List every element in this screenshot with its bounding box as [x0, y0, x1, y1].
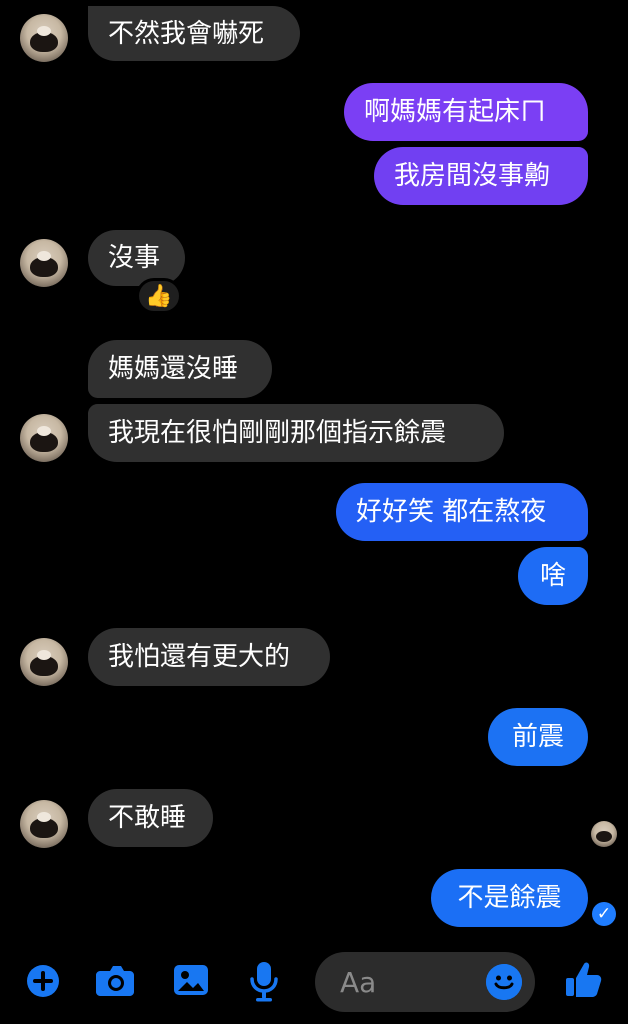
message-text: 我現在很怕剛剛那個指示餘震 — [108, 418, 447, 448]
message-bubble-incoming[interactable]: 媽媽還沒睡 — [88, 340, 272, 398]
message-bubble-outgoing[interactable]: 前震 — [488, 708, 588, 766]
reaction-emoji: 👍 — [145, 283, 173, 309]
microphone-icon[interactable] — [246, 958, 282, 1004]
seen-check-text: ✓ — [596, 904, 612, 924]
message-bubble-incoming[interactable]: 不敢睡 — [88, 789, 213, 847]
message-bubble-incoming[interactable]: 我現在很怕剛剛那個指示餘震 — [88, 404, 504, 462]
image-icon[interactable] — [170, 960, 212, 1002]
thumbs-up-icon — [566, 962, 602, 997]
message-text: 我房間沒事齁 — [394, 161, 551, 191]
thumbs-up-icon[interactable] — [562, 958, 606, 1002]
message-text: 不敢睡 — [108, 803, 187, 833]
message-bubble-incoming[interactable]: 我怕還有更大的 — [88, 628, 330, 686]
message-bubble-outgoing[interactable]: 好好笑 都在熬夜 — [336, 483, 588, 541]
camera-icon — [96, 966, 134, 996]
message-text: 前震 — [511, 722, 564, 752]
message-text: 沒事 — [108, 243, 161, 273]
plus-icon[interactable] — [24, 962, 62, 1000]
plus-icon — [27, 965, 59, 997]
message-bubble-outgoing[interactable]: 啥 — [518, 547, 588, 605]
message-text: 我怕還有更大的 — [108, 642, 291, 672]
message-text: 媽媽還沒睡 — [108, 354, 239, 384]
message-input-placeholder: Aa — [340, 965, 377, 999]
contact-avatar[interactable] — [20, 14, 68, 62]
seen-avatar — [591, 821, 617, 847]
contact-avatar[interactable] — [20, 800, 68, 848]
message-bubble-incoming[interactable]: 沒事 — [88, 230, 185, 286]
message-text: 不是餘震 — [457, 883, 562, 913]
seen-check-icon: ✓ — [592, 902, 616, 926]
message-bubble-outgoing[interactable]: 啊媽媽有起床ㄇ — [344, 83, 588, 141]
message-text: 啊媽媽有起床ㄇ — [364, 97, 547, 127]
message-bubble-outgoing[interactable]: 我房間沒事齁 — [374, 147, 588, 205]
thumbs-up-reaction-icon[interactable]: 👍 — [136, 278, 182, 314]
message-text: 啥 — [539, 561, 566, 591]
emoji-icon — [486, 964, 522, 1000]
microphone-icon — [250, 962, 278, 1002]
message-text: 不然我會嚇死 — [108, 18, 265, 49]
image-icon — [174, 965, 208, 995]
contact-avatar[interactable] — [20, 239, 68, 287]
contact-avatar[interactable] — [20, 638, 68, 686]
message-text: 好好笑 都在熬夜 — [356, 497, 547, 527]
contact-avatar[interactable] — [20, 414, 68, 462]
message-bubble-outgoing[interactable]: 不是餘震 — [431, 869, 588, 927]
camera-icon[interactable] — [94, 960, 138, 1002]
message-bubble-incoming[interactable]: 不然我會嚇死 — [88, 6, 300, 61]
emoji-icon[interactable] — [486, 964, 522, 1000]
